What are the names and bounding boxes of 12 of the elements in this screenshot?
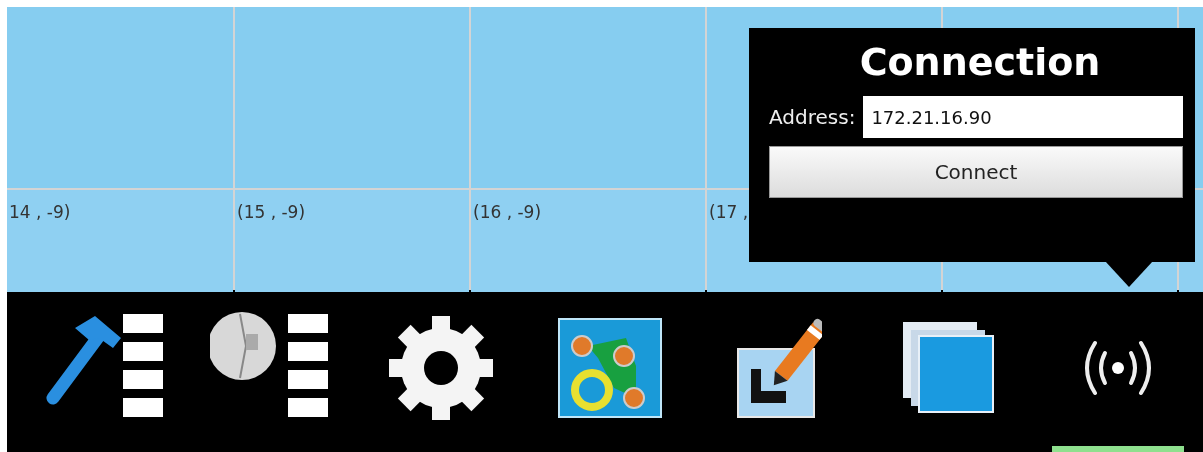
grid-coordinate-label: (16 , -9) xyxy=(473,202,542,222)
connect-button[interactable]: Connect xyxy=(769,146,1183,198)
grid-coordinate-label: 14 , -9) xyxy=(9,202,71,222)
stacked-squares-icon xyxy=(902,322,995,414)
address-field[interactable]: 172.21.16.90 xyxy=(863,96,1183,138)
popup-title: Connection xyxy=(859,40,1101,84)
grid-coordinate-label: (17 , xyxy=(709,202,749,222)
edit-icon xyxy=(736,317,823,419)
graph-icon xyxy=(557,318,662,418)
settings-icon xyxy=(386,314,495,422)
grid-coordinate-label: (15 , -9) xyxy=(237,202,306,222)
address-label: Address: xyxy=(769,105,856,129)
